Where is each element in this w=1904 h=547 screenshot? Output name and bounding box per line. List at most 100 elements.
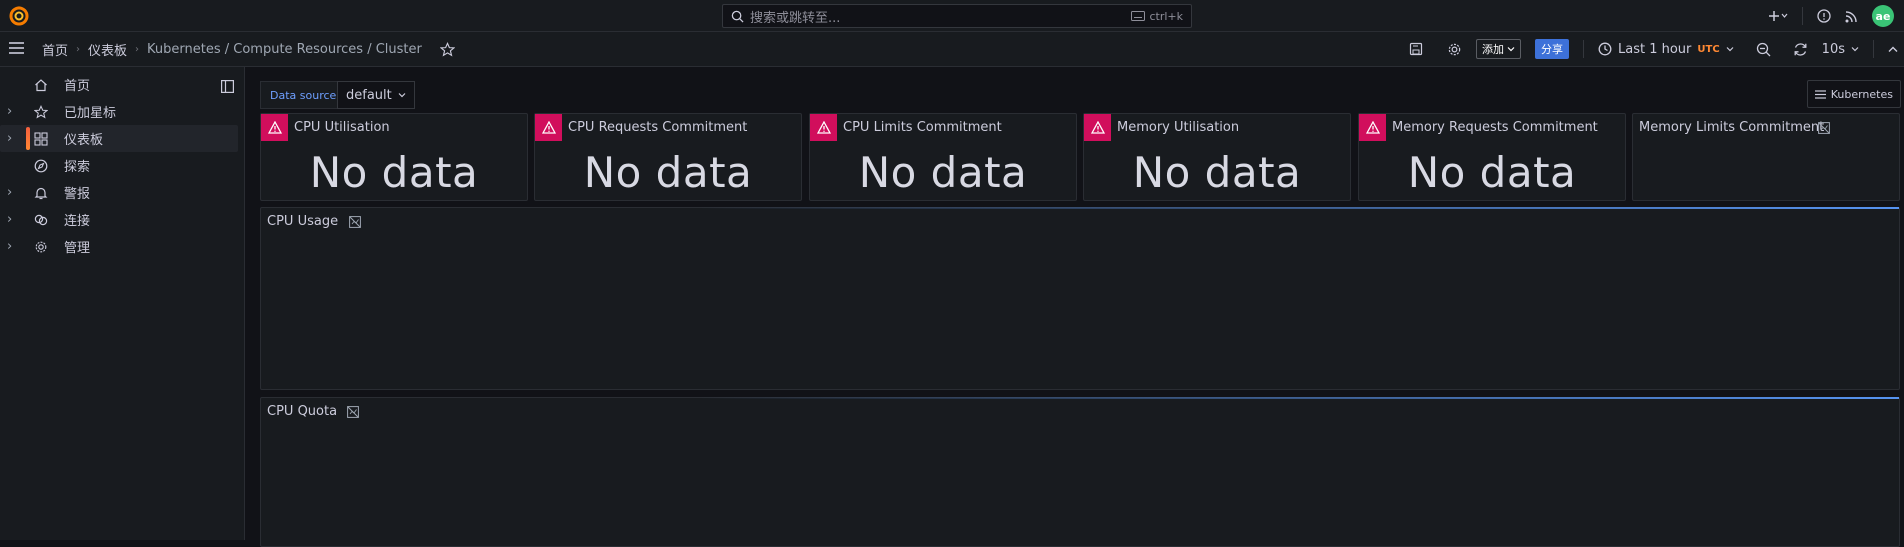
dashboard-links-label: Kubernetes (1830, 87, 1893, 101)
sidebar-item-label: 仪表板 (64, 133, 104, 148)
sidebar-item-administration[interactable]: › 管理 (0, 233, 238, 260)
chevron-right-icon[interactable]: › (7, 185, 12, 200)
breadcrumb-home[interactable]: 首页 (42, 40, 68, 59)
refresh-interval-picker[interactable]: 10s (1822, 42, 1859, 57)
stat-panel-memory-utilisation[interactable]: Memory Utilisation No data (1083, 113, 1351, 201)
chevron-right-icon[interactable]: › (7, 212, 12, 227)
datasource-variable-label: Data source (260, 81, 347, 109)
sidebar-item-home[interactable]: 首页 (0, 71, 238, 98)
panel-title: CPU Requests Commitment (568, 120, 748, 135)
top-right-actions: ae (1768, 0, 1894, 32)
sidebar-item-starred[interactable]: › 已加星标 (0, 98, 238, 125)
datasource-select[interactable]: default (337, 81, 415, 109)
chevron-right-icon[interactable]: › (7, 131, 12, 146)
refresh-interval-label: 10s (1821, 41, 1845, 57)
search-placeholder: 搜索或跳转至... (750, 10, 841, 26)
stat-panel-cpu-utilisation[interactable]: CPU Utilisation No data (260, 113, 528, 201)
time-range-label: Last 1 hour (1617, 41, 1692, 57)
bell-icon (34, 186, 48, 200)
divider (1582, 40, 1584, 58)
shortcut-label: ctrl+k (1149, 9, 1183, 23)
news-rss-icon[interactable] (1845, 10, 1858, 23)
grafana-logo-icon[interactable] (8, 5, 30, 27)
chevron-down-icon (1507, 46, 1515, 52)
warning-icon[interactable] (261, 114, 288, 141)
panel-title: CPU Limits Commitment (843, 120, 1002, 135)
link-icon (34, 213, 48, 227)
breadcrumb-dashboards[interactable]: 仪表板 (88, 40, 127, 59)
avatar[interactable]: ae (1872, 5, 1894, 27)
chevron-up-icon[interactable] (1888, 46, 1898, 53)
breadcrumb-current-dashboard: Kubernetes / Compute Resources / Cluster (147, 41, 422, 57)
apps-icon (34, 131, 48, 146)
panel-title: Memory Utilisation (1117, 120, 1240, 135)
graph-panel-cpu-usage[interactable]: CPU Usage (260, 207, 1900, 390)
gear-icon[interactable] (1447, 42, 1462, 57)
chevron-down-icon (1726, 46, 1734, 52)
sidebar-item-alerting[interactable]: › 警报 (0, 179, 238, 206)
warning-icon[interactable] (810, 114, 837, 141)
stat-panel-cpu-requests-commitment[interactable]: CPU Requests Commitment No data (534, 113, 802, 201)
bars-icon (1814, 89, 1826, 99)
warning-icon[interactable] (1084, 114, 1111, 141)
warning-icon[interactable] (535, 114, 562, 141)
panel-value: No data (858, 148, 1028, 197)
panel-loading-bar (699, 397, 1899, 399)
panel-value: No data (1407, 148, 1577, 197)
sidebar-item-label: 探索 (64, 160, 91, 175)
warning-icon[interactable] (1359, 114, 1386, 141)
sidebar-item-label: 已加星标 (64, 106, 117, 121)
compass-icon (34, 159, 48, 173)
graph-panel-cpu-quota[interactable]: CPU Quota (260, 397, 1900, 547)
stat-panel-cpu-limits-commitment[interactable]: CPU Limits Commitment No data (809, 113, 1077, 201)
add-button[interactable]: 添加 (1475, 39, 1521, 59)
stat-panel-memory-requests-commitment[interactable]: Memory Requests Commitment No data (1358, 113, 1626, 201)
divider (1802, 7, 1803, 25)
sidebar-item-label: 连接 (64, 214, 91, 229)
stat-panel-memory-limits-commitment[interactable]: Memory Limits Commitment (1632, 113, 1900, 201)
breadcrumb: 首页 › 仪表板 › Kubernetes / Compute Resource… (42, 32, 455, 66)
panel-title: CPU Quota (267, 404, 338, 419)
hamburger-menu-icon[interactable] (8, 41, 25, 55)
clock-icon (1598, 42, 1612, 56)
divider (1873, 40, 1874, 58)
panel-title: CPU Usage (267, 214, 339, 229)
star-icon[interactable] (439, 41, 455, 57)
chevron-right-icon: › (76, 43, 81, 55)
sidebar-item-label: 首页 (64, 79, 91, 94)
chevron-right-icon: › (135, 43, 140, 55)
panel-value: No data (1132, 148, 1302, 197)
chevron-right-icon[interactable]: › (7, 239, 12, 254)
sidebar-item-explore[interactable]: 探索 (0, 152, 238, 179)
search-shortcut: ctrl+k (1131, 10, 1183, 23)
chevron-right-icon[interactable]: › (7, 104, 12, 119)
sidebar-item-label: 警报 (64, 187, 91, 202)
sidebar-item-dashboards[interactable]: › 仪表板 (0, 125, 238, 152)
share-button[interactable]: 分享 (1534, 39, 1569, 59)
search-icon (731, 10, 744, 23)
save-icon[interactable] (1409, 42, 1423, 56)
refresh-icon[interactable] (1793, 42, 1808, 57)
no-data-icon (1818, 122, 1830, 134)
panel-value: No data (583, 148, 753, 197)
time-range-picker[interactable]: Last 1 hour UTC (1598, 42, 1734, 57)
keyboard-icon (1131, 11, 1146, 21)
dashboard-links-button[interactable]: Kubernetes (1806, 80, 1901, 108)
help-icon[interactable] (1817, 9, 1831, 23)
home-icon (34, 78, 48, 92)
dashboard-actions: 添加 分享 Last 1 hour UTC 10s (1409, 32, 1904, 66)
search-input[interactable]: 搜索或跳转至... ctrl+k (722, 4, 1192, 28)
star-icon (34, 104, 48, 119)
panel-title: Memory Limits Commitment (1639, 120, 1825, 135)
zoom-out-icon[interactable] (1756, 42, 1771, 57)
sidebar-item-label: 管理 (64, 241, 91, 256)
plus-icon[interactable] (1768, 10, 1788, 22)
chevron-down-icon (1851, 46, 1859, 52)
panel-title: Memory Requests Commitment (1392, 120, 1598, 135)
sidebar-item-connections[interactable]: › 连接 (0, 206, 238, 233)
no-data-icon (347, 406, 359, 418)
dashboard-nav-bar: 首页 › 仪表板 › Kubernetes / Compute Resource… (0, 32, 1904, 67)
no-data-icon (349, 216, 361, 228)
panel-value: No data (309, 148, 479, 197)
panel-title: CPU Utilisation (294, 120, 390, 135)
